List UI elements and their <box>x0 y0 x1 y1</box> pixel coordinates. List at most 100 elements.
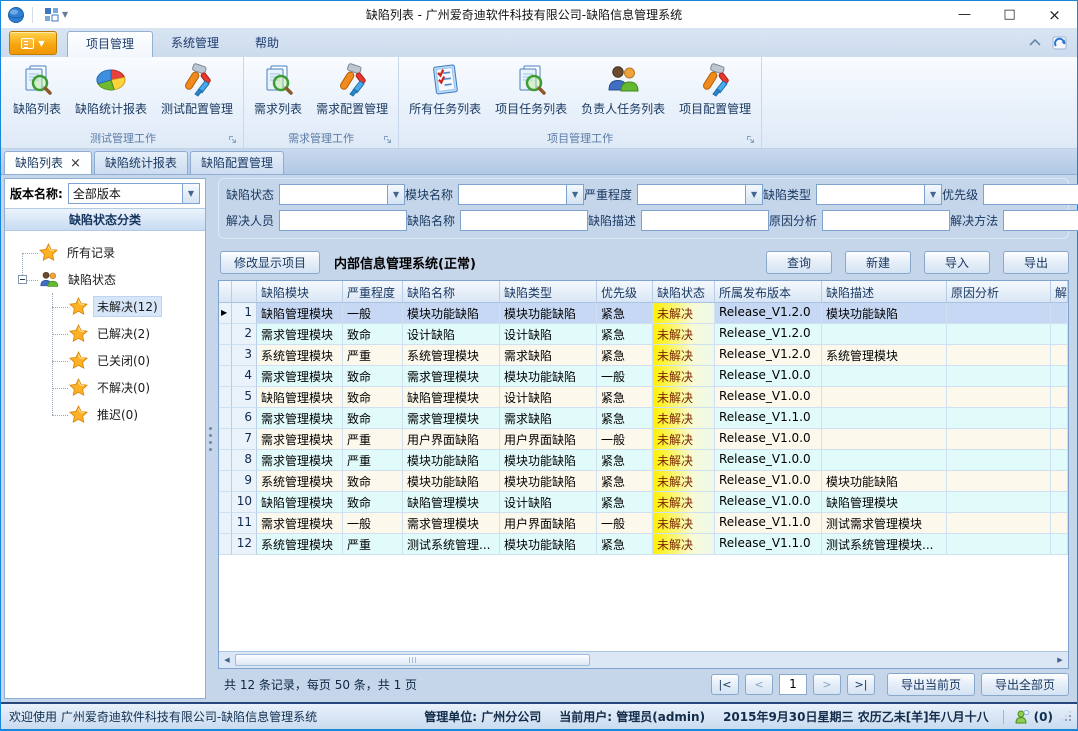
tree-item-closed[interactable]: 已关闭(0) <box>5 347 205 374</box>
table-row[interactable]: ▶1缺陷管理模块一般模块功能缺陷模块功能缺陷紧急未解决Release_V1.2.… <box>219 303 1068 324</box>
chevron-down-icon[interactable]: ▼ <box>745 185 762 204</box>
managing-org: 管理单位: 广州分公司 <box>424 708 541 725</box>
filter-input-resolver[interactable] <box>279 210 407 231</box>
chevron-down-icon[interactable]: ▼ <box>182 184 199 203</box>
ribbon-button-test-config-mgmt[interactable]: 测试配置管理 <box>154 60 240 118</box>
tree-item-not-resolved[interactable]: 不解决(0) <box>5 374 205 401</box>
quick-access-toolbar-button[interactable]: ▼ <box>40 5 72 24</box>
cell-solution <box>1051 366 1068 387</box>
ribbon-button-requirement-list[interactable]: 需求列表 <box>247 60 309 118</box>
tree-item-postponed[interactable]: 推迟(0) <box>5 401 205 428</box>
tree-item-all-records[interactable]: 所有记录 <box>5 239 205 266</box>
scroll-left-icon[interactable]: ◀ <box>221 656 233 664</box>
prev-page-button[interactable]: < <box>745 674 773 695</box>
close-tab-icon[interactable]: × <box>70 157 81 170</box>
panel-splitter[interactable] <box>206 175 215 702</box>
tree-item-resolved[interactable]: 已解决(2) <box>5 320 205 347</box>
maximize-button[interactable]: □ <box>987 1 1032 28</box>
table-row[interactable]: 10缺陷管理模块致命缺陷管理模块设计缺陷紧急未解决Release_V1.0.0缺… <box>219 492 1068 513</box>
horizontal-scrollbar[interactable]: ◀ ▶ <box>219 651 1068 668</box>
application-menu-button[interactable]: ▼ <box>9 31 57 55</box>
table-row[interactable]: 5缺陷管理模块致命缺陷管理模块设计缺陷紧急未解决Release_V1.0.0 <box>219 387 1068 408</box>
filter-input-defect-desc[interactable] <box>641 210 769 231</box>
search-button[interactable]: 查询 <box>766 251 832 274</box>
table-row[interactable]: 4需求管理模块致命需求管理模块模块功能缺陷一般未解决Release_V1.0.0 <box>219 366 1068 387</box>
ribbon-group-buttons: 需求列表需求配置管理 <box>247 60 395 130</box>
filter-combo-module-name[interactable]: ▼ <box>458 184 584 205</box>
modify-display-items-button[interactable]: 修改显示项目 <box>220 251 320 274</box>
column-header-defect-status[interactable]: 缺陷状态 <box>653 281 715 302</box>
table-row[interactable]: 2需求管理模块致命设计缺陷设计缺陷紧急未解决Release_V1.2.0 <box>219 324 1068 345</box>
filter-combo-priority[interactable]: ▼ <box>983 184 1078 205</box>
version-combo[interactable]: 全部版本 ▼ <box>68 183 200 204</box>
export-all-pages-button[interactable]: 导出全部页 <box>981 673 1069 696</box>
filter-label: 缺陷名称 <box>407 212 455 229</box>
scrollbar-thumb[interactable] <box>235 654 590 666</box>
refresh-window-icon[interactable] <box>1051 34 1069 52</box>
filter-input-solution[interactable] <box>1003 210 1078 231</box>
cell-desc: 测试需求管理模块 <box>822 513 947 534</box>
table-row[interactable]: 9系统管理模块致命模块功能缺陷模块功能缺陷紧急未解决Release_V1.0.0… <box>219 471 1068 492</box>
dialog-launcher-icon[interactable] <box>383 135 392 144</box>
doc-tab-defect-list[interactable]: 缺陷列表× <box>4 151 92 174</box>
export-current-page-button[interactable]: 导出当前页 <box>887 673 975 696</box>
column-header-defect-name[interactable]: 缺陷名称 <box>403 281 500 302</box>
import-button[interactable]: 导入 <box>924 251 990 274</box>
first-page-button[interactable]: |< <box>711 674 739 695</box>
minimize-button[interactable]: — <box>942 1 987 28</box>
filter-input-cause-analysis[interactable] <box>822 210 950 231</box>
filter-combo-severity[interactable]: ▼ <box>637 184 763 205</box>
ribbon-tab-system-mgmt[interactable]: 系统管理 <box>153 31 237 57</box>
column-header-defect-module[interactable]: 缺陷模块 <box>257 281 343 302</box>
ribbon-button-requirement-config-mgmt[interactable]: 需求配置管理 <box>309 60 395 118</box>
collapse-ribbon-icon[interactable] <box>1029 39 1041 46</box>
doc-tab-defect-stats-report[interactable]: 缺陷统计报表 <box>94 151 188 174</box>
cell-severity: 致命 <box>343 366 403 387</box>
table-row[interactable]: 12系统管理模块严重测试系统管理...模块功能缺陷紧急未解决Release_V1… <box>219 534 1068 555</box>
ribbon-button-project-config-mgmt[interactable]: 项目配置管理 <box>672 60 758 118</box>
tree-item-unresolved[interactable]: 未解决(12) <box>5 293 205 320</box>
resize-grip[interactable] <box>1063 713 1071 721</box>
table-row[interactable]: 8需求管理模块严重模块功能缺陷模块功能缺陷紧急未解决Release_V1.0.0 <box>219 450 1068 471</box>
cell-release: Release_V1.2.0 <box>715 345 822 366</box>
table-row[interactable]: 7需求管理模块严重用户界面缺陷用户界面缺陷一般未解决Release_V1.0.0 <box>219 429 1068 450</box>
ribbon-button-defect-stats-report[interactable]: 缺陷统计报表 <box>68 60 154 118</box>
cell-name: 设计缺陷 <box>403 324 500 345</box>
last-page-button[interactable]: >| <box>847 674 875 695</box>
column-header-severity[interactable]: 严重程度 <box>343 281 403 302</box>
chevron-down-icon[interactable]: ▼ <box>387 185 404 204</box>
ribbon-button-all-tasks-list[interactable]: 所有任务列表 <box>402 60 488 118</box>
ribbon-button-defect-list[interactable]: 缺陷列表 <box>6 60 68 118</box>
tree-item-defect-status[interactable]: 缺陷状态 <box>5 266 205 293</box>
filter-combo-defect-type[interactable]: ▼ <box>816 184 942 205</box>
create-button[interactable]: 新建 <box>845 251 911 274</box>
chevron-down-icon[interactable]: ▼ <box>924 185 941 204</box>
filter-input-defect-name[interactable] <box>460 210 588 231</box>
table-row[interactable]: 11需求管理模块一般需求管理模块用户界面缺陷一般未解决Release_V1.1.… <box>219 513 1068 534</box>
doc-tab-defect-config-mgmt[interactable]: 缺陷配置管理 <box>190 151 284 174</box>
close-button[interactable]: × <box>1032 1 1077 28</box>
column-header-solution[interactable]: 解决方法 <box>1051 281 1068 302</box>
page-number-input[interactable]: 1 <box>779 674 807 695</box>
table-row[interactable]: 3系统管理模块严重系统管理模块需求缺陷紧急未解决Release_V1.2.0系统… <box>219 345 1068 366</box>
ribbon-button-project-tasks-list[interactable]: 项目任务列表 <box>488 60 574 118</box>
column-header-cause-analysis[interactable]: 原因分析 <box>947 281 1051 302</box>
scroll-right-icon[interactable]: ▶ <box>1054 656 1066 664</box>
ribbon-tab-project-mgmt[interactable]: 项目管理 <box>67 31 153 57</box>
table-row[interactable]: 6需求管理模块致命需求管理模块需求缺陷紧急未解决Release_V1.1.0 <box>219 408 1068 429</box>
dialog-launcher-icon[interactable] <box>228 135 237 144</box>
filter-combo-defect-status[interactable]: ▼ <box>279 184 405 205</box>
message-counter[interactable]: (0) <box>1014 709 1053 725</box>
column-header-priority[interactable]: 优先级 <box>597 281 653 302</box>
chevron-down-icon[interactable]: ▼ <box>566 185 583 204</box>
column-header-release-version[interactable]: 所属发布版本 <box>715 281 822 302</box>
dialog-launcher-icon[interactable] <box>746 135 755 144</box>
collapse-expander-icon[interactable] <box>18 275 27 284</box>
column-header-defect-type[interactable]: 缺陷类型 <box>500 281 597 302</box>
next-page-button[interactable]: > <box>813 674 841 695</box>
pie-chart-icon <box>94 63 128 97</box>
export-button[interactable]: 导出 <box>1003 251 1069 274</box>
column-header-defect-desc[interactable]: 缺陷描述 <box>822 281 947 302</box>
ribbon-tab-help[interactable]: 帮助 <box>237 31 297 57</box>
ribbon-button-owner-tasks-list[interactable]: 负责人任务列表 <box>574 60 672 118</box>
